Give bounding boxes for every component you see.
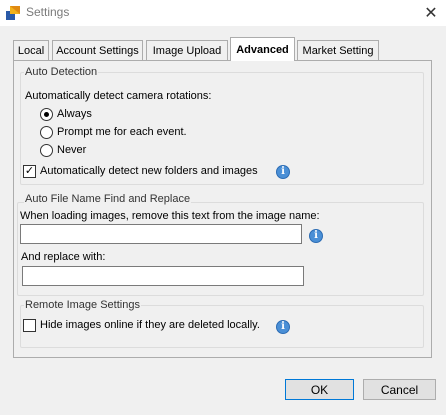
tab-image-upload[interactable]: Image Upload	[146, 40, 228, 60]
radio-never[interactable]	[40, 144, 53, 157]
tab-label: Image Upload	[152, 44, 222, 57]
hide-deleted-checkbox[interactable]	[23, 319, 36, 332]
replace-with-label: And replace with:	[21, 251, 106, 263]
tab-account-settings[interactable]: Account Settings	[52, 40, 143, 60]
info-icon[interactable]: i	[276, 320, 290, 334]
radio-always[interactable]	[40, 108, 53, 121]
close-icon: ✕	[424, 5, 438, 22]
tab-label: Market Setting	[302, 44, 374, 57]
remove-text-input[interactable]	[20, 224, 302, 244]
detect-folders-checkbox[interactable]: ✓	[23, 165, 36, 178]
radio-label: Prompt me for each event.	[57, 126, 187, 138]
tab-label: Advanced	[236, 43, 289, 56]
info-icon[interactable]: i	[309, 229, 323, 243]
info-icon[interactable]: i	[276, 165, 290, 179]
group-title: Auto File Name Find and Replace	[24, 193, 192, 205]
group-title: Remote Image Settings	[24, 299, 141, 311]
remove-text-label: When loading images, remove this text fr…	[20, 210, 320, 222]
rotation-prompt-label: Automatically detect camera rotations:	[25, 90, 212, 102]
tab-advanced[interactable]: Advanced	[230, 37, 295, 61]
tab-local[interactable]: Local	[13, 40, 49, 60]
cancel-button[interactable]: Cancel	[363, 379, 436, 400]
advanced-tab-panel: Auto Detection Automatically detect came…	[13, 60, 432, 358]
close-button[interactable]: ✕	[416, 0, 446, 26]
tab-label: Account Settings	[56, 44, 139, 57]
detect-folders-label: Automatically detect new folders and ima…	[40, 165, 258, 177]
hide-deleted-label: Hide images online if they are deleted l…	[40, 319, 260, 331]
radio-label: Never	[57, 144, 87, 156]
tab-label: Local	[17, 44, 45, 57]
title-bar: Settings ✕	[0, 0, 446, 26]
check-icon: ✓	[24, 165, 35, 177]
radio-prompt[interactable]	[40, 126, 53, 139]
ok-button[interactable]: OK	[285, 379, 354, 400]
tab-market-setting[interactable]: Market Setting	[297, 40, 379, 60]
window-title: Settings	[26, 5, 70, 19]
app-icon	[6, 6, 20, 20]
group-title: Auto Detection	[24, 66, 99, 78]
replace-with-input[interactable]	[22, 266, 304, 286]
radio-label: Always	[57, 108, 92, 120]
